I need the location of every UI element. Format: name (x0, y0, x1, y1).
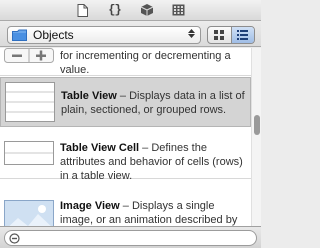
scrollbar-thumb[interactable] (254, 115, 260, 135)
list-item-text: Image View – Displays a single image, or… (60, 200, 238, 226)
media-library-tab[interactable] (170, 2, 188, 18)
code-snippet-icon: {} (108, 3, 121, 17)
view-mode-segmented-control (207, 26, 255, 44)
list-scrollbar[interactable] (251, 48, 261, 226)
list-item-text: Table View – Displays data in a list of … (61, 90, 245, 116)
list-item-text: Table View Cell – Defines the attributes… (60, 142, 243, 182)
list-item-image-view[interactable]: Image View – Displays a single image, or… (0, 181, 251, 226)
list-view-button[interactable] (230, 27, 254, 43)
list-item-stepper[interactable]: for incrementing or decrementing a value… (0, 48, 251, 76)
popup-arrows-icon (188, 29, 195, 38)
table-view-thumbnail-icon (5, 82, 55, 122)
icon-view-button[interactable] (208, 27, 231, 43)
list-item-title: Table View (61, 90, 117, 102)
library-search-input[interactable] (24, 231, 256, 245)
library-category-label: Objects (33, 28, 74, 42)
library-search-bar (0, 226, 261, 248)
list-item-description: for incrementing or decrementing a value… (60, 50, 231, 76)
list-item-table-view-cell[interactable]: Table View Cell – Defines the attributes… (0, 129, 251, 182)
object-library-list: for incrementing or decrementing a value… (0, 48, 251, 226)
list-view-icon (237, 30, 249, 40)
object-library-tab[interactable] (138, 2, 156, 18)
list-item-title: Table View Cell (60, 142, 140, 154)
object-cube-icon (140, 4, 153, 16)
media-library-icon (172, 4, 185, 16)
folder-icon (12, 29, 27, 41)
list-item-table-view[interactable]: Table View – Displays data in a list of … (0, 77, 251, 127)
file-template-icon (77, 3, 88, 17)
image-view-thumbnail-icon (4, 200, 54, 226)
filter-icon (9, 232, 20, 244)
table-view-cell-thumbnail-icon (4, 141, 54, 165)
list-item-text: for incrementing or decrementing a value… (60, 49, 248, 77)
library-filter-bar: Objects (0, 22, 261, 47)
stepper-thumbnail-icon (4, 48, 54, 63)
grid-view-icon (214, 30, 225, 40)
library-tab-bar: {} (0, 0, 261, 21)
file-template-library-tab[interactable] (74, 2, 92, 18)
list-item-title: Image View (60, 200, 120, 212)
code-snippet-library-tab[interactable]: {} (106, 2, 124, 18)
library-search-field[interactable] (4, 230, 257, 246)
library-category-popup[interactable]: Objects (7, 26, 201, 44)
